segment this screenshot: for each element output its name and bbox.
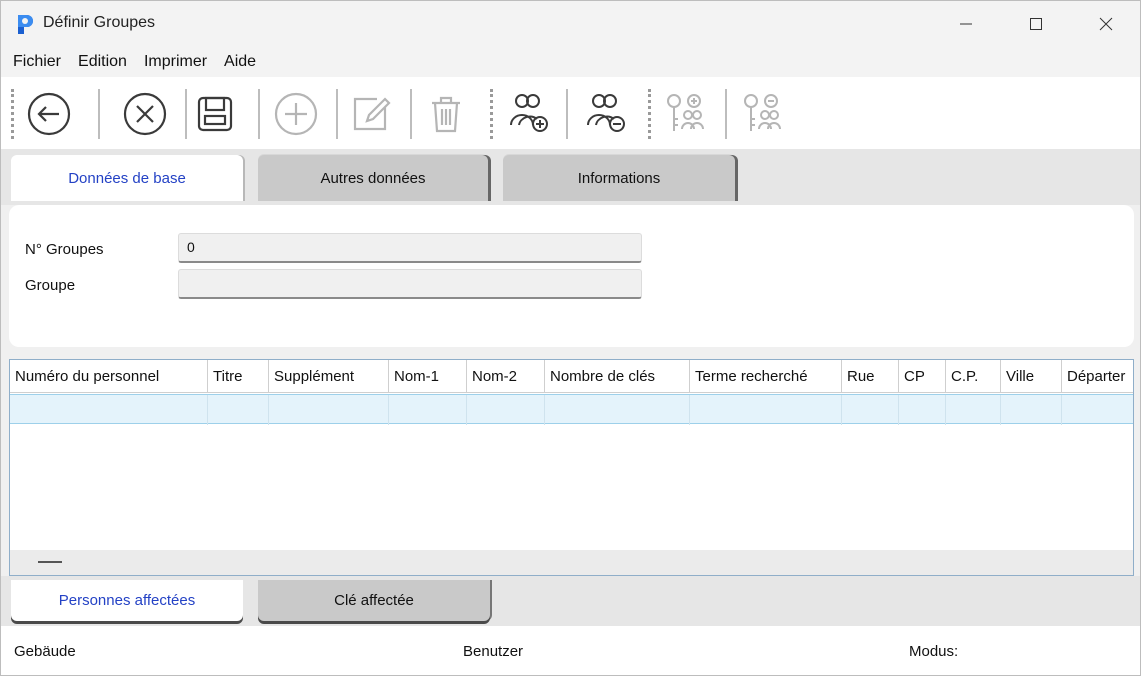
status-mode: Modus: (909, 643, 959, 660)
pencil-square-icon (353, 97, 391, 131)
column-header[interactable]: CP (899, 360, 946, 393)
window-title: Définir Groupes (43, 14, 156, 31)
tab-donnees-de-base[interactable]: Données de base (11, 155, 243, 201)
add-keys-button[interactable] (658, 87, 712, 141)
trash-icon (432, 96, 460, 133)
remove-persons-button[interactable] (578, 87, 632, 141)
floppy-disk-icon (197, 96, 233, 132)
column-header[interactable]: Nom-1 (389, 360, 467, 393)
toolbar-separator (258, 89, 260, 139)
cell-divider (898, 395, 899, 425)
arrow-left-circle-icon (27, 92, 71, 136)
tab-personnes-affectees[interactable]: Personnes affectées (11, 580, 243, 621)
maximize-button[interactable] (1001, 1, 1071, 47)
users-plus-icon (510, 94, 548, 132)
toolbar-separator (566, 89, 568, 139)
cell-divider (1000, 395, 1001, 425)
toolbar-grip (648, 89, 651, 139)
group-name-field[interactable] (178, 269, 642, 299)
menu-edition[interactable]: Edition (71, 53, 134, 71)
tab-cle-affectee[interactable]: Clé affectée (258, 580, 490, 621)
base-data-panel: N° Groupes 0 Groupe (9, 205, 1134, 347)
column-header[interactable]: Ville (1001, 360, 1062, 393)
edit-button[interactable] (343, 87, 397, 141)
group-name-label: Groupe (25, 277, 76, 294)
column-header[interactable]: Départer (1062, 360, 1133, 393)
grid-header: Numéro du personnel Titre Supplément Nom… (10, 360, 1133, 393)
group-number-field[interactable]: 0 (178, 233, 642, 263)
minus-icon[interactable] (38, 561, 62, 563)
cell-divider (268, 395, 269, 425)
table-row[interactable] (10, 394, 1133, 425)
column-header[interactable]: Nombre de clés (545, 360, 690, 393)
status-building: Gebäude (14, 643, 76, 660)
back-button[interactable] (22, 87, 76, 141)
toolbar-separator (98, 89, 100, 139)
cell-divider (841, 395, 842, 425)
key-users-plus-icon (667, 94, 704, 131)
grid-footer (10, 550, 1133, 575)
group-number-label: N° Groupes (25, 241, 104, 258)
column-header[interactable]: Supplément (269, 360, 389, 393)
column-header[interactable]: C.P. (946, 360, 1001, 393)
persons-grid: Numéro du personnel Titre Supplément Nom… (9, 359, 1134, 576)
minimize-button[interactable] (931, 1, 1001, 47)
add-button[interactable] (269, 87, 323, 141)
toolbar-separator (410, 89, 412, 139)
toolbar-separator (725, 89, 727, 139)
window: Définir Groupes Fichier Edition Imprimer… (0, 0, 1141, 676)
x-circle-icon (123, 92, 167, 136)
remove-keys-button[interactable] (735, 87, 789, 141)
column-header[interactable]: Nom-2 (467, 360, 545, 393)
maximize-icon (1030, 18, 1042, 30)
title-bar: Définir Groupes (1, 1, 1140, 47)
toolbar-grip (490, 89, 493, 139)
minimize-icon (960, 23, 972, 25)
cell-divider (466, 395, 467, 425)
toolbar-grip (11, 89, 14, 139)
cell-divider (945, 395, 946, 425)
close-icon (1099, 17, 1113, 31)
plus-circle-icon (274, 92, 318, 136)
bottom-tab-strip: Personnes affectées Clé affectée (1, 576, 1140, 626)
tab-autres-donnees[interactable]: Autres données (258, 155, 488, 201)
close-button[interactable] (1071, 1, 1140, 47)
cell-divider (544, 395, 545, 425)
cancel-button[interactable] (118, 87, 172, 141)
column-header[interactable]: Terme recherché (690, 360, 842, 393)
status-bar: Gebäude Benutzer Modus: (1, 626, 1140, 675)
column-header[interactable]: Titre (208, 360, 269, 393)
users-minus-icon (587, 94, 625, 132)
column-header[interactable]: Numéro du personnel (10, 360, 208, 393)
save-button[interactable] (188, 87, 242, 141)
delete-button[interactable] (419, 87, 473, 141)
menu-imprimer[interactable]: Imprimer (137, 53, 214, 71)
app-logo-icon (18, 15, 33, 34)
menu-aide[interactable]: Aide (217, 53, 263, 71)
cell-divider (388, 395, 389, 425)
status-user: Benutzer (463, 643, 524, 660)
toolbar (1, 77, 1140, 149)
cell-divider (207, 395, 208, 425)
menu-fichier[interactable]: Fichier (6, 53, 68, 71)
menu-bar: Fichier Edition Imprimer Aide (1, 47, 1140, 77)
key-users-minus-icon (744, 94, 781, 131)
cell-divider (689, 395, 690, 425)
add-persons-button[interactable] (501, 87, 555, 141)
tab-strip: Données de base Autres données Informati… (1, 149, 1140, 205)
toolbar-separator (336, 89, 338, 139)
toolbar-separator (185, 89, 187, 139)
tab-informations[interactable]: Informations (503, 155, 735, 201)
cell-divider (1061, 395, 1062, 425)
column-header[interactable]: Rue (842, 360, 899, 393)
